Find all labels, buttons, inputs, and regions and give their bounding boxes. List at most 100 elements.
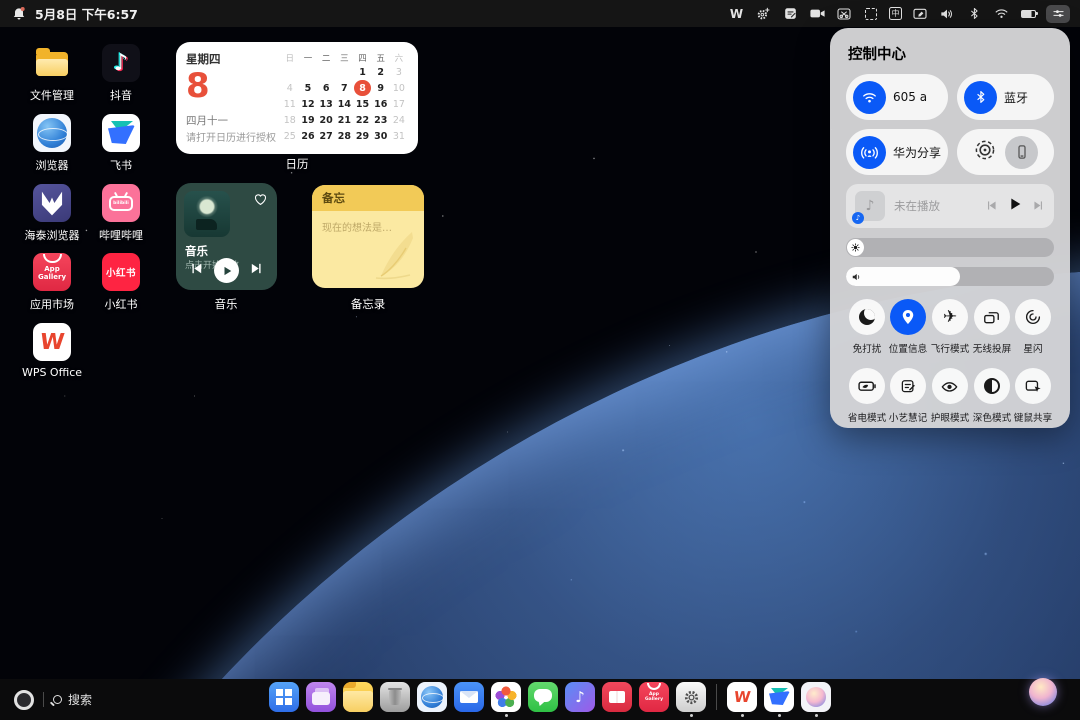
xiaohongshu-icon: 小红书 — [102, 253, 140, 291]
running-indicator — [740, 714, 744, 717]
dock-search[interactable]: 搜索 — [53, 691, 92, 708]
dock-app-feishu[interactable] — [764, 682, 794, 717]
calendar-widget[interactable]: 星期四 8 四月十一 请打开日历进行授权 日一二三四五六 1 2 3 4 5 6 7 8 9 10… — [176, 42, 418, 154]
app-gallery-icon: App Gallery — [33, 253, 71, 291]
calendar-date-cell: 18 — [283, 115, 296, 127]
battery-icon[interactable] — [1019, 5, 1038, 23]
desktop-app-browser[interactable]: 浏览器 — [16, 114, 88, 173]
desktop-app-feishu[interactable]: 飞书 — [85, 114, 157, 173]
desktop-app-douyin[interactable]: 抖音 — [85, 44, 157, 103]
toggle-ai-notes: 小艺慧记 — [888, 368, 930, 424]
desktop-app-bilibili[interactable]: bilibili 哔哩哔哩 — [85, 184, 157, 243]
next-track-button[interactable] — [249, 261, 264, 280]
previous-track-button[interactable] — [189, 261, 204, 280]
desktop-app-file-manager[interactable]: 文件管理 — [16, 44, 88, 103]
celia-floating-ball[interactable] — [1029, 678, 1057, 706]
calendar-month-grid: 日一二三四五六 1 2 3 4 5 6 7 8 9 10 11 12 13 14 15 16 17 18 19 20 2… — [281, 51, 408, 145]
media-next-button[interactable] — [1032, 197, 1045, 216]
music-widget[interactable]: 音乐 点击开始播放 — [176, 183, 277, 290]
browser-icon — [33, 114, 71, 152]
bluetooth-icon[interactable] — [965, 5, 983, 23]
gallery-flower-icon — [491, 682, 521, 712]
calendar-date-cell: 9 — [377, 82, 385, 94]
capture-region-icon[interactable] — [862, 5, 880, 23]
notification-bell-icon[interactable] — [10, 5, 28, 23]
dock-app-books[interactable] — [602, 682, 632, 712]
ai-notes-button[interactable] — [890, 368, 927, 404]
dock-app-settings[interactable] — [676, 682, 706, 717]
airplane-mode-button[interactable]: ✈ — [931, 299, 968, 335]
media-play-button[interactable] — [1007, 196, 1023, 216]
menubar-date-time[interactable]: 5月8日 下午6:57 — [35, 4, 138, 23]
dock-app-celia[interactable] — [801, 682, 831, 717]
calendar-date-cell: 5 — [304, 82, 312, 94]
control-center-panel: 控制中心 605 a 蓝牙 华为分享 ♪ ♪ 未在播放 免打扰 位置信息 ✈ 飞… — [830, 28, 1070, 428]
eye-comfort-button[interactable] — [931, 368, 968, 404]
toggle-keyboard-mouse-share: 键鼠共享 — [1012, 368, 1054, 424]
huawei-share-tile[interactable]: 华为分享 — [846, 129, 949, 175]
dock-app-email[interactable] — [454, 682, 484, 712]
toggle-do-not-disturb: 免打扰 — [846, 299, 888, 355]
wireless-projection-button[interactable] — [973, 299, 1010, 335]
location-button[interactable] — [890, 299, 927, 335]
desktop-app-haitai-browser[interactable]: 海泰浏览器 — [16, 184, 88, 243]
desktop-app-xiaohongshu[interactable]: 小红书 小红书 — [85, 253, 157, 312]
media-album-thumbnail — [852, 191, 885, 224]
toggle-dark-mode: 深色模式 — [971, 368, 1013, 424]
feishu-icon — [102, 114, 140, 152]
dock-app-messages[interactable] — [528, 682, 558, 712]
toggle-location: 位置信息 — [888, 299, 930, 355]
books-icon — [602, 682, 632, 712]
celia-assistant-button[interactable] — [14, 689, 34, 710]
screen-record-icon[interactable] — [808, 5, 826, 23]
wifi-icon[interactable] — [992, 5, 1010, 23]
wps-icon: W — [727, 682, 757, 712]
favorite-heart-icon[interactable] — [252, 191, 269, 211]
screen-annotate-icon[interactable] — [911, 5, 929, 23]
media-previous-button[interactable] — [985, 197, 998, 216]
dock-app-launcher[interactable] — [269, 682, 299, 712]
bluetooth-tile[interactable]: 蓝牙 — [957, 74, 1054, 120]
brightness-thumb[interactable] — [847, 239, 864, 256]
music-widget-title: 音乐 — [185, 244, 208, 258]
calendar-date-cell: 20 — [319, 115, 333, 127]
dark-mode-button[interactable] — [973, 368, 1010, 404]
notes-icon[interactable] — [781, 5, 799, 23]
wps-menubar-icon[interactable]: W — [727, 5, 745, 23]
wifi-tile[interactable]: 605 a — [846, 74, 949, 120]
dock-app-gallery[interactable] — [491, 682, 521, 717]
super-device-icon — [973, 138, 997, 166]
dock-app-appgallery[interactable]: App Gallery — [639, 682, 669, 712]
desktop-app-wps-office[interactable]: W WPS Office — [16, 323, 88, 379]
screenshot-clip-icon[interactable] — [835, 5, 853, 23]
memo-widget[interactable]: 备忘 现在的想法是… — [312, 185, 424, 288]
volume-icon[interactable] — [938, 5, 956, 23]
dock-app-browser[interactable] — [417, 682, 447, 712]
super-device-tile[interactable] — [957, 129, 1054, 175]
calendar-date-cell: 30 — [374, 131, 388, 143]
bilibili-icon: bilibili — [102, 184, 140, 222]
assistant-settings-icon[interactable] — [754, 5, 772, 23]
control-center-toggle[interactable] — [1046, 4, 1070, 23]
nearlink-button[interactable] — [1015, 299, 1052, 335]
settings-gear-icon — [676, 682, 706, 712]
dock-app-trash[interactable] — [380, 682, 410, 712]
media-player-row[interactable]: 未在播放 — [846, 184, 1054, 228]
dock-app-wps[interactable]: W — [727, 682, 757, 717]
input-method-chinese-icon[interactable]: 中 — [889, 7, 902, 20]
dock-app-music[interactable] — [565, 682, 595, 712]
dock-app-window-manager[interactable] — [306, 682, 336, 712]
calendar-weekday-header: 一 — [303, 54, 313, 64]
dock-app-files[interactable] — [343, 682, 373, 712]
keyboard-mouse-share-button[interactable] — [1015, 368, 1052, 404]
moon-icon — [858, 309, 875, 325]
calendar-weekday: 星期四 — [186, 52, 221, 66]
toggle-power-saving: 省电模式 — [846, 368, 888, 424]
play-button[interactable] — [214, 258, 239, 283]
brightness-slider[interactable] — [846, 238, 1054, 257]
do-not-disturb-button[interactable] — [848, 299, 885, 335]
volume-slider[interactable] — [846, 267, 1054, 286]
app-gallery-icon: App Gallery — [639, 682, 669, 712]
power-saving-button[interactable] — [848, 368, 885, 404]
desktop-app-app-gallery[interactable]: App Gallery 应用市场 — [16, 253, 88, 312]
